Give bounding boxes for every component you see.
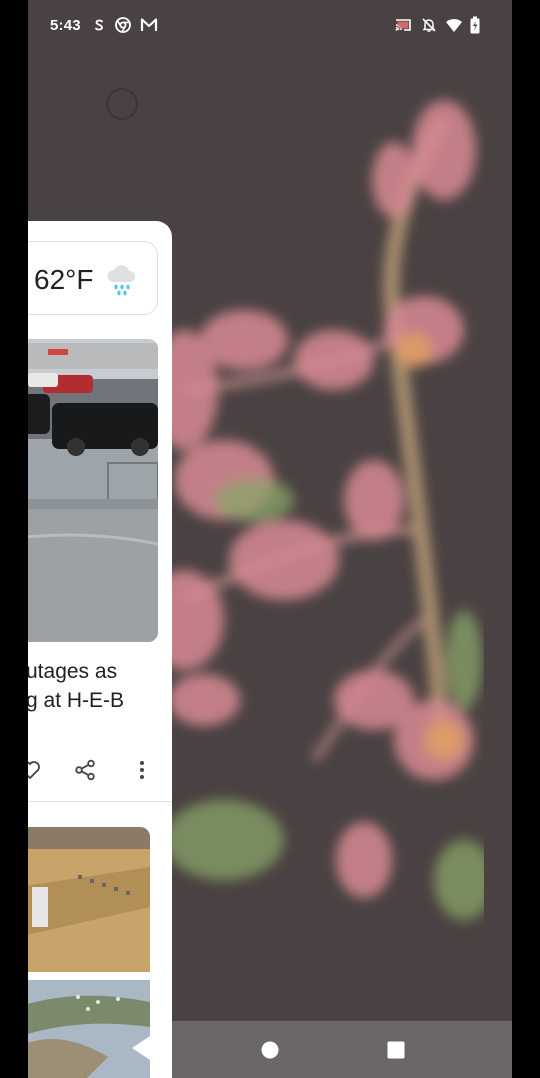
back-button[interactable] (132, 1036, 150, 1060)
right-screen-edge (512, 0, 540, 1078)
clock-time: 5:43 (50, 17, 81, 34)
chrome-icon (114, 16, 132, 34)
headline-line-1: utages as (28, 660, 118, 683)
headline-line-2: g at H-E-B (28, 689, 125, 712)
battery-charging-icon (466, 16, 484, 34)
flower-wallpaper (144, 100, 484, 920)
discover-feed-panel[interactable]: 62°F utages as g at H-E-B (28, 221, 172, 1078)
navigation-bar (172, 1021, 512, 1078)
news-headline[interactable]: utages as g at H-E-B (28, 657, 172, 715)
status-bar: 5:43 (28, 0, 512, 52)
more-options-icon[interactable] (130, 758, 154, 782)
wifi-icon (445, 16, 463, 34)
recents-button[interactable] (381, 1035, 411, 1065)
cast-icon (394, 16, 412, 34)
weather-widget[interactable]: 62°F (28, 241, 158, 315)
weather-temperature: 62°F (34, 264, 94, 295)
gmail-icon (140, 16, 158, 34)
faint-widget-circle (106, 88, 138, 120)
news-story-image[interactable] (28, 339, 158, 642)
share-icon[interactable] (73, 758, 97, 782)
home-button[interactable] (255, 1035, 285, 1065)
like-icon[interactable] (28, 758, 42, 782)
notifications-off-icon (420, 16, 438, 34)
rain-cloud-icon (105, 262, 137, 301)
left-screen-edge (0, 0, 28, 1078)
feed-divider (28, 801, 172, 802)
skype-icon (90, 16, 108, 34)
